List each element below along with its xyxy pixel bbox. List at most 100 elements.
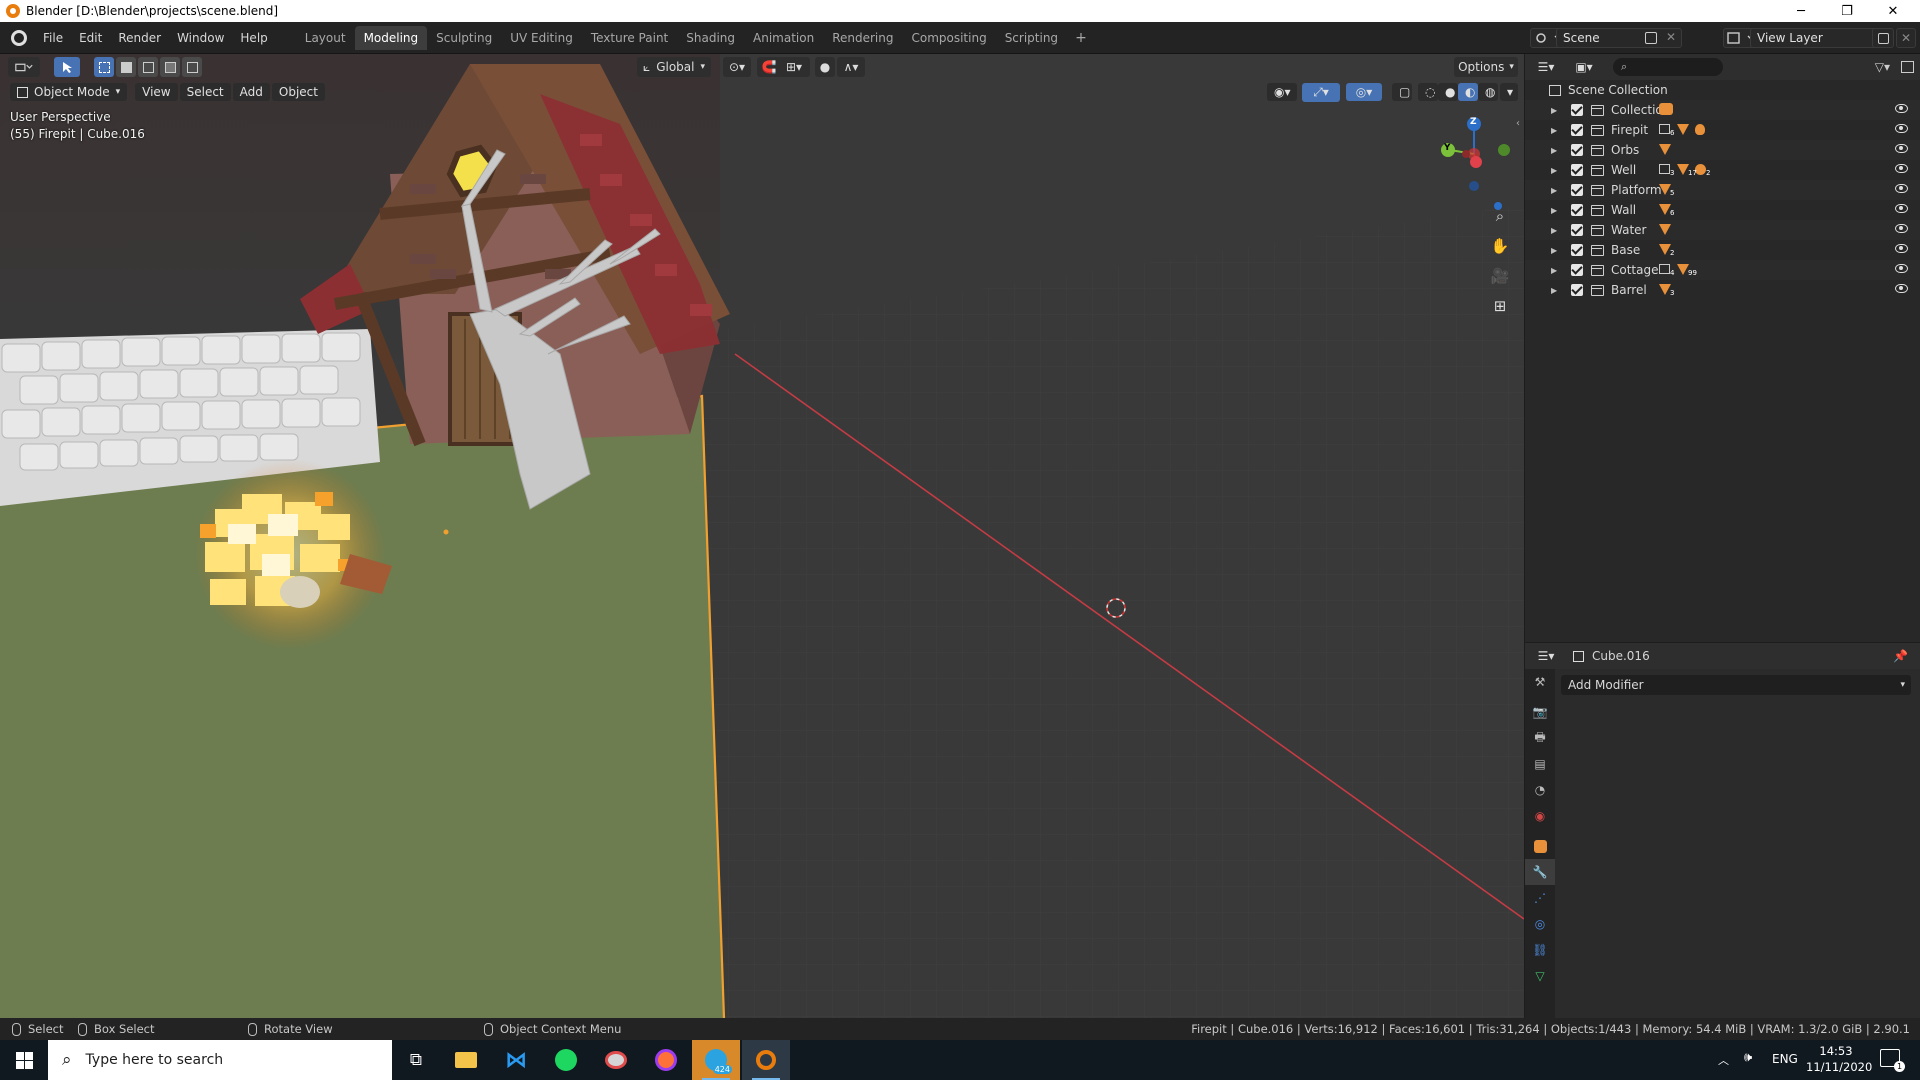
eye-visibility-icon[interactable] xyxy=(1895,244,1908,253)
outliner-row-barrel[interactable]: ▶ Barrel 3 xyxy=(1525,280,1920,300)
outliner-row-base[interactable]: ▶ Base 2 xyxy=(1525,240,1920,260)
tab-texture-paint[interactable]: Texture Paint xyxy=(582,26,677,50)
firefox-icon[interactable] xyxy=(642,1040,690,1080)
taskbar-search-input[interactable]: ⌕ Type here to search xyxy=(48,1040,392,1080)
scene-selector[interactable]: Scene ✕ xyxy=(1556,28,1682,48)
properties-editor-type-icon[interactable]: ☰▾ xyxy=(1531,646,1561,666)
display-mode-icon[interactable]: ▣▾ xyxy=(1569,57,1599,77)
rendered-shading-icon[interactable]: ◍ xyxy=(1478,83,1498,101)
viewport-menu-object[interactable]: Object xyxy=(271,83,325,101)
shading-options-icon[interactable]: ▾ xyxy=(1500,83,1518,101)
solid-shading-icon[interactable]: ● xyxy=(1438,83,1458,101)
pan-hand-icon[interactable]: ✋ xyxy=(1488,234,1512,258)
viewport-menu-add[interactable]: Add xyxy=(232,83,270,101)
wireframe-shading-icon[interactable]: ◌ xyxy=(1418,83,1438,101)
select-tool-icon[interactable] xyxy=(54,57,80,77)
eye-visibility-icon[interactable] xyxy=(1895,264,1908,273)
material-shading-icon[interactable]: ◐ xyxy=(1458,83,1478,101)
output-tab-icon[interactable]: 🖶 xyxy=(1525,725,1555,751)
menu-file[interactable]: File xyxy=(35,28,71,48)
volume-icon[interactable]: 🕪 xyxy=(1744,1050,1752,1065)
exclude-checkbox[interactable] xyxy=(1571,144,1583,156)
file-explorer-icon[interactable] xyxy=(442,1040,490,1080)
camera-view-icon[interactable]: 🎥 xyxy=(1488,264,1512,288)
constraints-tab-icon[interactable]: ⛓ xyxy=(1525,937,1555,963)
sidebar-toggle-icon[interactable]: ‹ xyxy=(1516,118,1520,129)
outliner-row-collection[interactable]: ▶ Collection xyxy=(1525,100,1920,120)
tool-tab-icon[interactable]: ⚒ xyxy=(1525,669,1555,695)
exclude-checkbox[interactable] xyxy=(1571,204,1583,216)
filter-icon[interactable]: ▽▾ xyxy=(1875,60,1890,74)
outliner-row-wall[interactable]: ▶ Wall 6 xyxy=(1525,200,1920,220)
scene-tab-icon[interactable]: ◔ xyxy=(1525,777,1555,803)
tray-chevron-up-icon[interactable]: ︿ xyxy=(1718,1052,1729,1068)
task-view-icon[interactable]: ⧉ xyxy=(392,1040,440,1080)
mesh-icon[interactable] xyxy=(1677,124,1689,135)
eye-visibility-icon[interactable] xyxy=(1895,204,1908,213)
exclude-checkbox[interactable] xyxy=(1571,164,1583,176)
outliner-row-platform[interactable]: ▶ Platform 5 xyxy=(1525,180,1920,200)
exclude-checkbox[interactable] xyxy=(1571,124,1583,136)
visibility-dropdown-icon[interactable]: ◉▾ xyxy=(1267,83,1297,101)
collection-icon[interactable] xyxy=(1659,264,1670,274)
tab-modeling[interactable]: Modeling xyxy=(354,25,428,50)
outliner-row-firepit[interactable]: ▶ Firepit 6 xyxy=(1525,120,1920,140)
3d-viewport[interactable]: ⟀ Global ▾ ⊙▾ 🧲 ⊞▾ ● ∧▾ Options ▾ Object… xyxy=(0,54,1524,1018)
blender-logo-icon[interactable] xyxy=(11,29,27,46)
expand-triangle-icon[interactable]: ▶ xyxy=(1551,106,1561,115)
close-button[interactable]: ✕ xyxy=(1870,0,1916,22)
snap-target-icon[interactable]: ⊞▾ xyxy=(778,57,810,77)
viewport-menu-select[interactable]: Select xyxy=(179,83,231,101)
blender-taskbar-icon[interactable] xyxy=(742,1040,790,1080)
taskbar-clock[interactable]: 14:53 11/11/2020 xyxy=(1806,1044,1872,1074)
proportional-edit-icon[interactable]: ● xyxy=(815,57,835,77)
menu-render[interactable]: Render xyxy=(110,28,169,48)
expand-triangle-icon[interactable]: ▶ xyxy=(1551,146,1561,155)
world-tab-icon[interactable]: ◉ xyxy=(1525,803,1555,829)
expand-triangle-icon[interactable]: ▶ xyxy=(1551,246,1561,255)
data-tab-icon[interactable]: ▽ xyxy=(1525,963,1555,989)
eye-visibility-icon[interactable] xyxy=(1895,124,1908,133)
exclude-checkbox[interactable] xyxy=(1571,264,1583,276)
mesh-icon[interactable] xyxy=(1659,224,1671,235)
object-tab-icon[interactable] xyxy=(1525,833,1555,859)
tab-compositing[interactable]: Compositing xyxy=(902,26,995,50)
eye-visibility-icon[interactable] xyxy=(1895,144,1908,153)
outliner-search-input[interactable]: ⌕ xyxy=(1613,58,1723,76)
tab-uv-editing[interactable]: UV Editing xyxy=(501,26,582,50)
gizmo-toggle-icon[interactable]: ⤢▾ xyxy=(1302,82,1340,102)
menu-help[interactable]: Help xyxy=(232,28,275,48)
options-dropdown[interactable]: Options ▾ xyxy=(1454,57,1518,77)
perspective-toggle-icon[interactable]: ⊞ xyxy=(1488,294,1512,318)
select-mode-intersect-icon[interactable] xyxy=(182,57,202,77)
exclude-checkbox[interactable] xyxy=(1571,104,1583,116)
tab-sculpting[interactable]: Sculpting xyxy=(427,26,501,50)
select-mode-subtract-icon[interactable] xyxy=(138,57,158,77)
view-layer-tab-icon[interactable]: ▤ xyxy=(1525,751,1555,777)
menu-window[interactable]: Window xyxy=(169,28,232,48)
outliner-row-well[interactable]: ▶ Well 3 17 2 xyxy=(1525,160,1920,180)
spotify-icon[interactable] xyxy=(542,1040,590,1080)
expand-triangle-icon[interactable]: ▶ xyxy=(1551,286,1561,295)
light-icon[interactable] xyxy=(1695,124,1705,135)
menu-edit[interactable]: Edit xyxy=(71,28,110,48)
collection-icon[interactable] xyxy=(1659,124,1670,134)
duplicate-scene-icon[interactable] xyxy=(1645,32,1657,44)
overlay-toggle-icon[interactable]: ◎▾ xyxy=(1346,83,1382,101)
editor-type-button[interactable] xyxy=(8,57,40,77)
navigation-gizmo[interactable]: Z Y xyxy=(1426,110,1516,200)
particles-tab-icon[interactable]: ⋰ xyxy=(1525,885,1555,911)
expand-triangle-icon[interactable]: ▶ xyxy=(1551,206,1561,215)
select-mode-extend-icon[interactable] xyxy=(116,57,136,77)
tab-layout[interactable]: Layout xyxy=(296,26,355,50)
expand-triangle-icon[interactable]: ▶ xyxy=(1551,166,1561,175)
exclude-checkbox[interactable] xyxy=(1571,224,1583,236)
language-indicator[interactable]: ENG xyxy=(1772,1052,1798,1066)
expand-triangle-icon[interactable]: ▶ xyxy=(1551,186,1561,195)
render-tab-icon[interactable]: 📷 xyxy=(1525,699,1555,725)
falloff-icon[interactable]: ∧▾ xyxy=(837,57,865,77)
new-collection-icon[interactable] xyxy=(1901,61,1914,73)
pin-icon[interactable]: 📌 xyxy=(1893,649,1908,663)
exclude-checkbox[interactable] xyxy=(1571,244,1583,256)
outliner-row-cottage[interactable]: ▶ Cottage 4 99 xyxy=(1525,260,1920,280)
